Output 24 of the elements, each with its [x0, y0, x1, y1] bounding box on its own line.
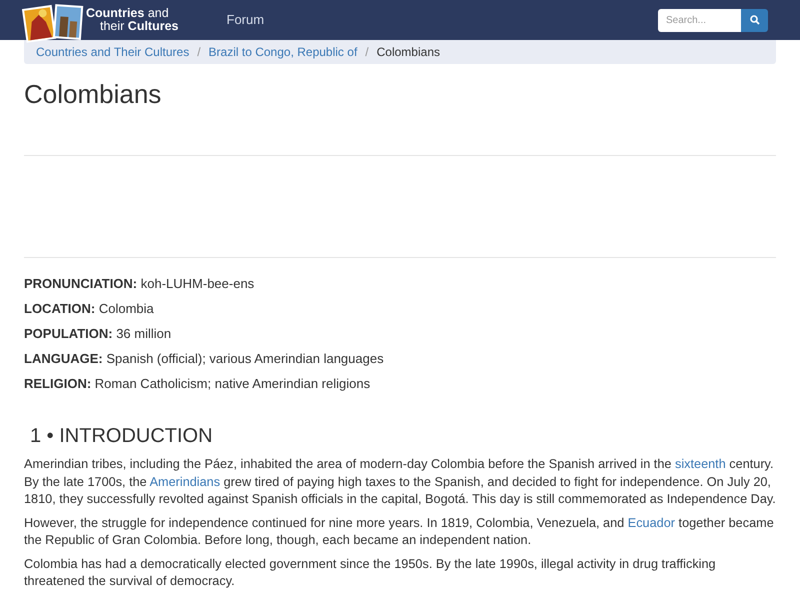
page-title: Colombians — [24, 79, 162, 109]
nav-link[interactable]: Forum — [226, 10, 264, 30]
section-heading: 1 • INTRODUCTION — [30, 424, 214, 448]
paragraph: Colombia has had a democratically elected government since the 1950s. By the late 1990s, illegal activity in drug trafficking threatened the survival of democracy. — [24, 556, 717, 590]
fact-line: RELIGION: Roman Catholicism; native Amerindian religions — [24, 375, 372, 393]
breadcrumb-separator: / — [197, 44, 201, 61]
fact-line: POPULATION: 36 million — [24, 325, 172, 343]
breadcrumb-current: Colombians — [376, 44, 440, 61]
fact-line: PRONUNCIATION: koh-LUHM-bee-ens — [24, 275, 256, 293]
search-field[interactable]: Search... — [658, 8, 741, 32]
text-link[interactable]: Amerindians — [150, 474, 220, 488]
search-button[interactable] — [741, 8, 768, 32]
breadcrumb-link[interactable]: Brazil to Congo, Republic of — [208, 43, 358, 61]
fact-line: LANGUAGE: Spanish (official); various Amerindian languages — [24, 350, 385, 368]
breadcrumb-separator: / — [365, 44, 369, 61]
paragraph: However, the struggle for independence continued for nine more years. In 1819, Colombia, Venezuela, and Ecuador together became the Republic of Gran Colombia. Before long, though, each became an independent nation. — [24, 514, 775, 549]
fact-line: LOCATION: Colombia — [24, 300, 155, 318]
logo-text[interactable]: Countries and their Cultures — [86, 7, 178, 33]
text-link[interactable]: sixteenth — [674, 457, 726, 471]
logo-icon[interactable] — [22, 1, 84, 43]
search-icon — [750, 15, 760, 25]
text-link[interactable]: Ecuador — [628, 516, 676, 530]
paragraph: Amerindian tribes, including the Páez, inhabited the area of modern-day Colombia before the Spanish arrived in the sixteenth century. By the late 1700s, the Amerindians grew tired of paying high taxes to the Spanish, and decided to fight for independence. On July 20, 1810, they successfully revolted against Spanish officials in the capital, Bogotá. This day is still commemorated as Independence Day. — [24, 456, 776, 508]
breadcrumb-link[interactable]: Countries and Their Cultures — [36, 43, 190, 61]
